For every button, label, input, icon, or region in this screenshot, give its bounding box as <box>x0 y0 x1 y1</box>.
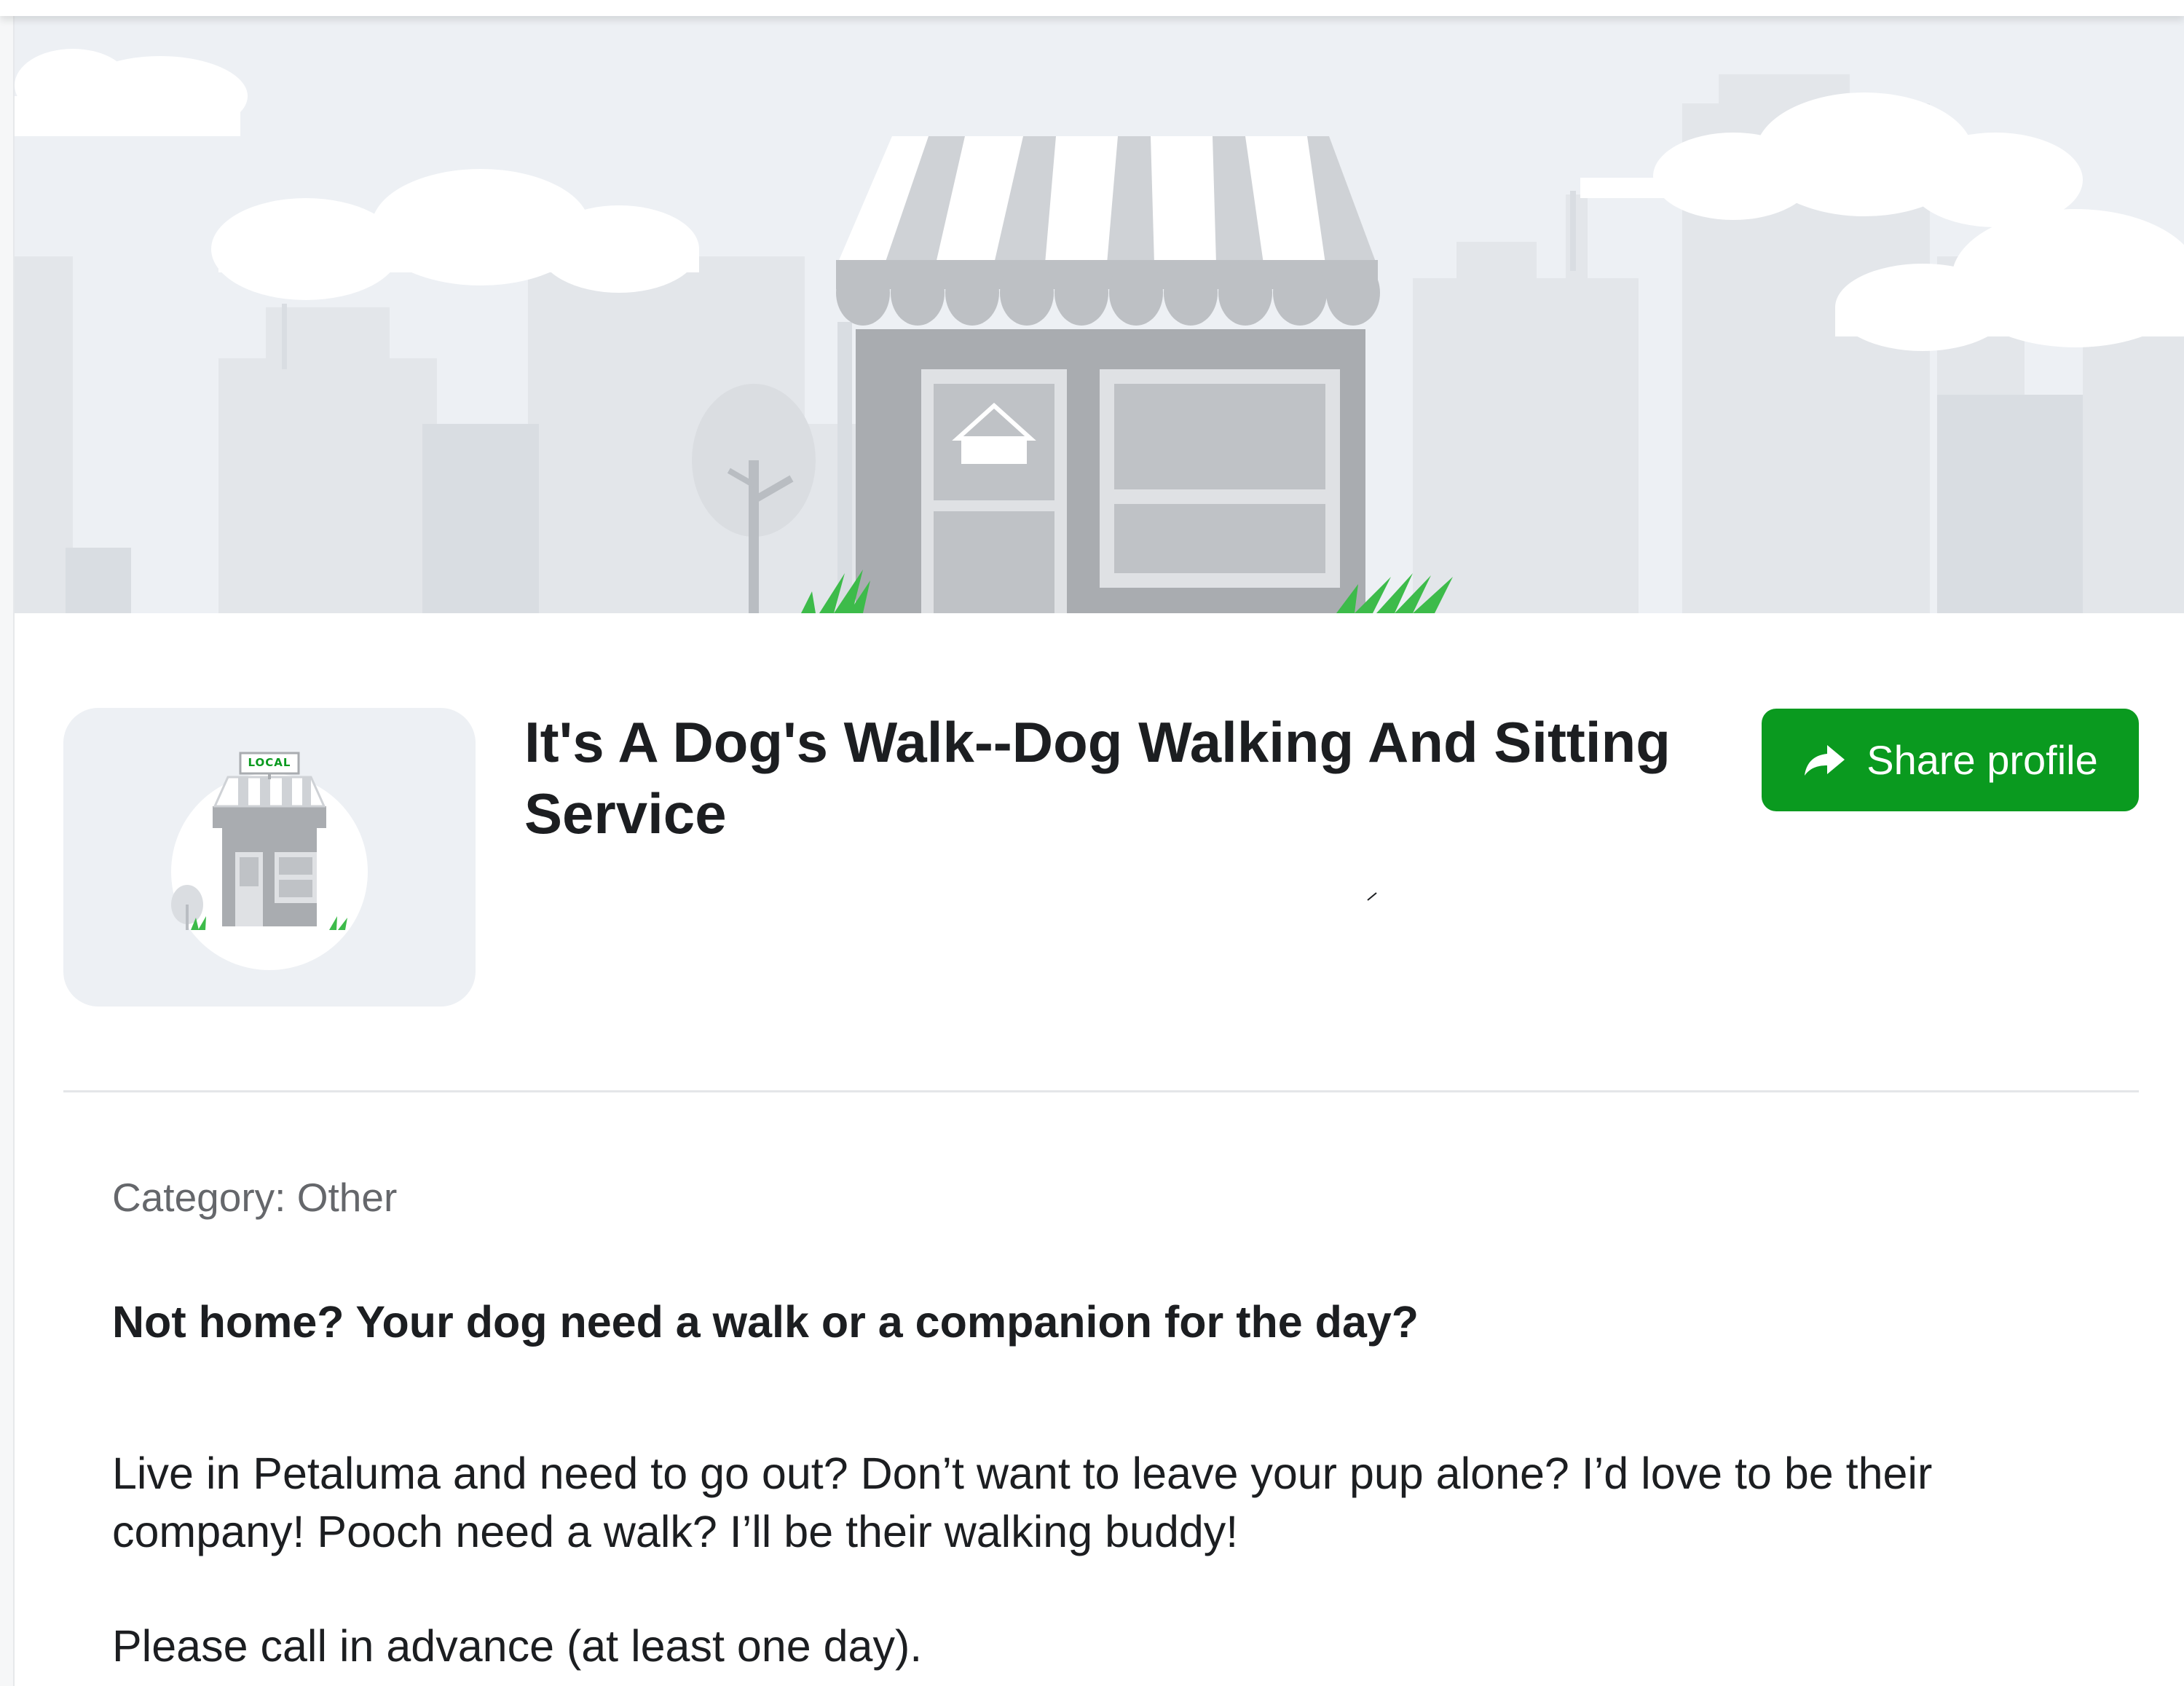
left-edge <box>0 16 15 1686</box>
storefront-logo-icon <box>171 752 368 970</box>
business-name: It's A Dog's Walk--Dog Walking And Sitti… <box>524 710 1671 846</box>
share-profile-button[interactable]: Share profile <box>1762 709 2139 811</box>
share-profile-label: Share profile <box>1866 737 2098 783</box>
top-bar <box>0 0 2184 16</box>
cursor-icon <box>1367 892 1377 901</box>
description-paragraph-2: Please call in advance (at least one day… <box>112 1621 923 1671</box>
business-category: Category: Other <box>112 1175 398 1220</box>
storefront-cityscape-illustration <box>15 16 2184 613</box>
description-paragraph: Live in Petaluma and need to go out? Don… <box>112 1449 1933 1556</box>
share-arrow-icon <box>1805 744 1845 776</box>
description-headline: Not home? Your dog need a walk or a comp… <box>112 1297 1419 1347</box>
logo-sign-text: LOCAL <box>248 756 291 769</box>
section-divider <box>63 1090 2139 1092</box>
cover-banner <box>15 16 2184 613</box>
business-logo: LOCAL <box>63 708 476 1007</box>
